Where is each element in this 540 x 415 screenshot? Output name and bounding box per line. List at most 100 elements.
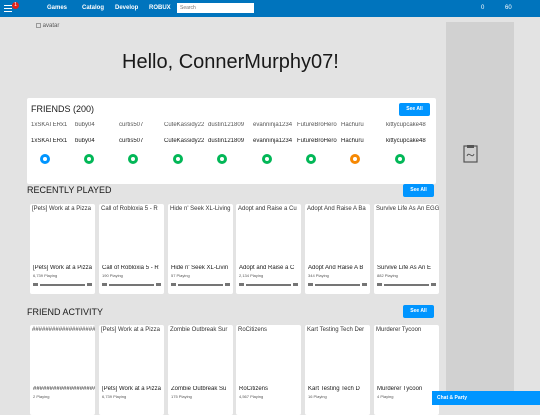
friend-name: Hachuru — [341, 138, 364, 144]
friend-name: evanninja1234 — [253, 138, 293, 144]
thumbs-up-icon — [33, 283, 38, 286]
game-status-icon — [128, 154, 138, 164]
friends-title: FRIENDS (200) — [31, 104, 95, 114]
game-title: Adopt and Raise a C — [239, 265, 295, 271]
player-count: 16 Playing — [308, 394, 327, 399]
game-thumbnail: ################### — [32, 327, 95, 333]
player-count: 6,739 Playing — [102, 394, 127, 399]
game-card[interactable]: Kart Testing Tech Der Kart Testing Tech … — [305, 325, 370, 415]
friend-avatar: dustin121809 — [208, 122, 245, 128]
friend-avatar: FutureBroHero — [297, 122, 337, 128]
game-card[interactable]: Adopt and Raise a Cu Adopt and Raise a C… — [236, 204, 301, 294]
friend-activity-title: FRIEND ACTIVITY — [27, 307, 104, 317]
player-count: 344 Playing — [308, 273, 329, 278]
game-title: Call of Robloxia 5 - R — [102, 265, 159, 271]
vote-bar — [239, 283, 298, 286]
avatar-image[interactable]: avatar — [36, 23, 59, 29]
game-status-icon — [173, 154, 183, 164]
friend-tile[interactable]: FutureBroHero FutureBroHero — [297, 122, 337, 182]
game-card[interactable]: Survive Life As An EGG NI Survive Life A… — [374, 204, 439, 294]
friend-tile[interactable]: evanninja1234 evanninja1234 — [253, 122, 293, 182]
game-card[interactable]: Murderer Tycoon Murderer Tycoon 4 Playin… — [374, 325, 439, 415]
friend-avatar: 1xSKATERx1 — [31, 122, 68, 128]
nav-develop[interactable]: Develop — [115, 5, 138, 11]
game-title: Survive Life As An E — [377, 265, 432, 271]
player-count: 190 Playing — [102, 273, 123, 278]
online-status-icon — [40, 154, 50, 164]
game-thumbnail: Murderer Tycoon — [376, 327, 422, 333]
game-title: ################### — [33, 386, 95, 392]
game-thumbnail: Adopt and Raise a Cu — [238, 206, 297, 212]
game-card[interactable]: [Pets] Work at a Pizza [Pets] Work at a … — [30, 204, 95, 294]
thumbs-down-icon — [362, 283, 367, 286]
game-card[interactable]: RoCitizens RoCitizens 4,567 Playing — [236, 325, 301, 415]
nav-catalog[interactable]: Catalog — [82, 5, 104, 11]
search-input[interactable] — [177, 3, 254, 13]
game-card[interactable]: [Pets] Work at a Pizza [Pets] Work at a … — [99, 325, 164, 415]
greeting-heading: Hello, ConnerMurphy07! — [122, 51, 339, 73]
friend-tile[interactable]: CuteKassidy22 CuteKassidy22 — [164, 122, 204, 182]
friends-see-all-button[interactable]: See All — [399, 103, 430, 116]
game-status-icon — [306, 154, 316, 164]
player-count: 175 Playing — [171, 394, 192, 399]
notification-badge: 1 — [12, 2, 19, 9]
recently-played-title: RECENTLY PLAYED — [27, 185, 112, 195]
friend-tile[interactable]: curtis507 curtis507 — [119, 122, 159, 182]
friend-name: FutureBroHero — [297, 138, 337, 144]
home-content: avatar Hello, ConnerMurphy07! FRIENDS (2… — [27, 17, 439, 415]
chat-party-button[interactable]: Chat & Party — [432, 391, 540, 405]
vote-bar — [102, 283, 161, 286]
friend-tile[interactable]: Hachuru Hachuru — [341, 122, 381, 182]
game-card[interactable]: Hide n' Seek XL-Living Hide n' Seek XL-L… — [168, 204, 233, 294]
robux-balance[interactable]: 0 — [481, 5, 484, 11]
friend-tile[interactable]: kittycupcake48 kittycupcake48 — [386, 122, 426, 182]
game-thumbnail: Kart Testing Tech Der — [307, 327, 365, 333]
friend-tile[interactable]: buby04 buby04 — [75, 122, 115, 182]
game-card[interactable]: Zombie Outbreak Sur Zombie Outbreak Su 1… — [168, 325, 233, 415]
game-title: RoCitizens — [239, 386, 269, 392]
vote-bar — [308, 283, 367, 286]
game-title: Adopt And Raise A B — [308, 265, 364, 271]
thumbs-up-icon — [239, 283, 244, 286]
game-card[interactable]: ################### ################### … — [30, 325, 95, 415]
friend-avatar: Hachuru — [341, 122, 364, 128]
game-title: Murderer Tycoon — [377, 386, 423, 392]
game-status-icon — [217, 154, 227, 164]
game-thumbnail: Hide n' Seek XL-Living — [170, 206, 231, 212]
player-count: 2 Playing — [33, 394, 50, 399]
avatar-alt-text: avatar — [42, 23, 60, 30]
friend-avatar: evanninja1234 — [253, 122, 293, 128]
friend-tile[interactable]: dustin121809 dustin121809 — [208, 122, 248, 182]
game-title: [Pets] Work at a Pizza — [33, 265, 92, 271]
friend-avatar: CuteKassidy22 — [164, 122, 204, 128]
thumbs-down-icon — [293, 283, 298, 286]
game-thumbnail: RoCitizens — [238, 327, 268, 333]
vote-bar — [377, 283, 436, 286]
thumbs-down-icon — [87, 283, 92, 286]
nav-games[interactable]: Games — [47, 5, 67, 11]
friend-name: dustin121809 — [208, 138, 245, 144]
settings-count[interactable]: 60 — [505, 5, 512, 11]
ad-placeholder-icon — [463, 145, 478, 163]
friend-avatar: buby04 — [75, 122, 95, 128]
game-thumbnail: Call of Robloxia 5 - R — [101, 206, 158, 212]
friend-name: CuteKassidy22 — [164, 138, 204, 144]
game-title: Zombie Outbreak Su — [171, 386, 227, 392]
game-title: Hide n' Seek XL-Livin — [171, 265, 229, 271]
game-thumbnail: Adopt And Raise A Ba — [307, 206, 366, 212]
nav-robux[interactable]: ROBUX — [149, 5, 171, 11]
thumbs-up-icon — [308, 283, 313, 286]
game-status-icon — [395, 154, 405, 164]
thumbs-up-icon — [171, 283, 176, 286]
game-thumbnail: [Pets] Work at a Pizza — [101, 327, 160, 333]
player-count: 6,739 Playing — [33, 273, 58, 278]
thumbs-down-icon — [156, 283, 161, 286]
top-navigation-bar: 1 Games Catalog Develop ROBUX 0 60 — [0, 0, 540, 17]
friend-activity-see-all-button[interactable]: See All — [403, 305, 434, 318]
game-thumbnail: [Pets] Work at a Pizza — [32, 206, 91, 212]
friend-tile[interactable]: 1xSKATERx1 1xSKATERx1 — [31, 122, 71, 182]
recently-played-see-all-button[interactable]: See All — [403, 184, 434, 197]
game-card[interactable]: Adopt And Raise A Ba Adopt And Raise A B… — [305, 204, 370, 294]
game-card[interactable]: Call of Robloxia 5 - R Call of Robloxia … — [99, 204, 164, 294]
friend-name: 1xSKATERx1 — [31, 138, 68, 144]
